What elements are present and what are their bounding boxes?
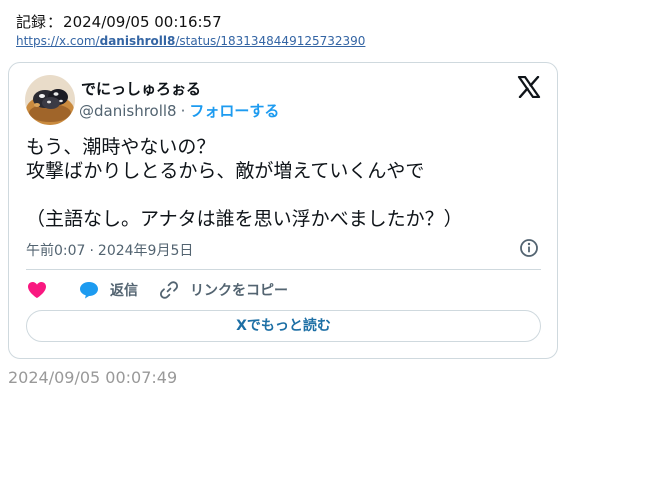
tweet-time-dot: ·: [89, 243, 94, 259]
follow-button[interactable]: フォローする: [189, 102, 279, 120]
speech-bubble-icon: [80, 282, 98, 299]
tweet-text: もう、潮時やないの？ 攻撃ばかりしとるから、敵が増えていくんやで （主語なし。ア…: [26, 136, 463, 230]
copy-link-label: リンクをコピー: [190, 283, 288, 299]
meta-dot: ·: [180, 102, 186, 120]
avatar[interactable]: [25, 75, 75, 125]
source-link-suffix: /status/1831348449125732390: [175, 34, 366, 48]
record-separator: ：: [47, 13, 63, 31]
reply-button[interactable]: 返信: [79, 279, 138, 301]
source-link[interactable]: https://x.com/danishroll8/status/1831348…: [16, 34, 365, 48]
footer-timestamp: 2024/09/05 00:07:49: [8, 368, 178, 387]
heart-icon: [28, 282, 46, 298]
author-meta: @danishroll8 · フォローする: [79, 100, 279, 121]
record-line: 記録：2024/09/05 00:16:57: [16, 11, 222, 32]
source-link-prefix: https://x.com/: [16, 34, 100, 48]
like-button[interactable]: [27, 279, 47, 301]
tweet-timestamp[interactable]: 午前0:07 · 2024年9月5日: [26, 240, 193, 260]
info-icon[interactable]: [519, 238, 539, 258]
copy-link-button[interactable]: リンクをコピー: [159, 279, 288, 301]
tweet-card: でにっしゅろぉる @danishroll8 · フォローする もう、潮時やないの？ …: [8, 62, 558, 359]
author-name[interactable]: でにっしゅろぉる: [81, 78, 201, 99]
tweet-time: 午前0:07: [26, 243, 86, 259]
author-handle[interactable]: @danishroll8: [79, 102, 177, 120]
read-more-button[interactable]: Xでもっと読む: [26, 310, 541, 342]
record-label: 記録: [16, 13, 47, 31]
tweet-date: 2024年9月5日: [97, 243, 194, 259]
divider: [26, 269, 541, 270]
source-link-handle: danishroll8: [99, 34, 176, 48]
record-timestamp: 2024/09/05 00:16:57: [63, 13, 222, 31]
link-icon: [159, 281, 179, 299]
avatar-image: [25, 75, 75, 125]
reply-label: 返信: [110, 283, 138, 299]
x-logo-icon[interactable]: [517, 76, 541, 98]
